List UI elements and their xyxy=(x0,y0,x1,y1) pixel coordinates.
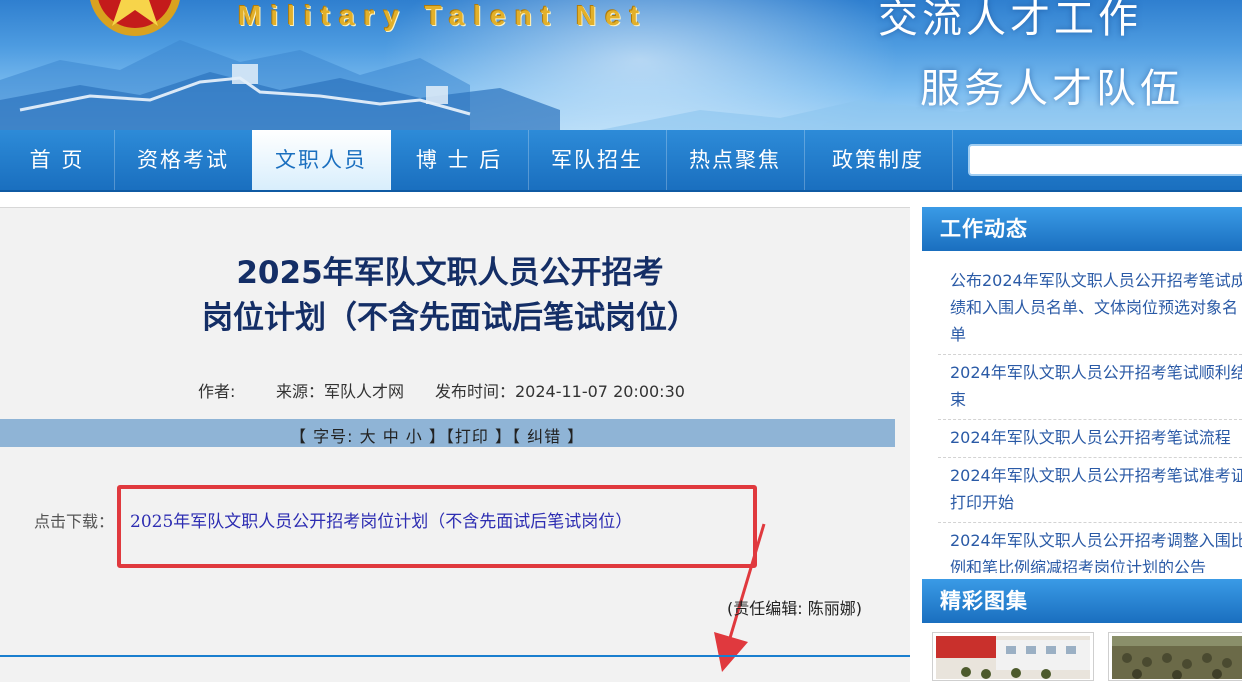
gallery-header: 精彩图集 xyxy=(922,579,1242,623)
news-item-text: 2024年军队文职人员公开招考调整入围比 xyxy=(950,531,1242,550)
news-item-text: 打印开始 xyxy=(950,493,1015,512)
work-news-header: 工作动态 xyxy=(922,207,1242,251)
download-label: 点击下载： xyxy=(34,512,115,531)
article-toolbar: 【 字号: 大 中 小 】【打印 】【 纠错 】 xyxy=(0,419,895,447)
article-title-line-2: 岗位计划（不含先面试后笔试岗位） xyxy=(202,300,698,336)
font-size-medium-button[interactable]: 中 xyxy=(383,427,400,446)
font-size-close: 】 xyxy=(422,427,446,446)
photo-icon xyxy=(1112,636,1242,680)
print-button[interactable]: 【打印 】 xyxy=(446,427,512,446)
news-item-text: 2024年军队文职人员公开招考笔试准考证 xyxy=(950,466,1242,485)
nav-item-policy[interactable]: 政策制度 xyxy=(804,130,953,190)
nav-item-civilian-staff[interactable]: 文职人员 xyxy=(252,130,391,190)
nav-item-home[interactable]: 首 页 xyxy=(0,130,115,190)
nav-item-postdoc[interactable]: 博 士 后 xyxy=(390,130,529,190)
search-input[interactable] xyxy=(968,144,1242,176)
news-item[interactable]: 公布2024年军队文职人员公开招考笔试成 绩和入围人员名单、文体岗位预选对象名 … xyxy=(938,263,1242,355)
highlight-box xyxy=(117,485,757,568)
news-item-text: 单 xyxy=(950,325,967,344)
site-name-english: Military Talent Net xyxy=(238,0,649,31)
main-nav: 首 页 资格考试 文职人员 博 士 后 军队招生 热点聚焦 政策制度 xyxy=(0,130,1242,192)
news-item[interactable]: 2024年军队文职人员公开招考笔试准考证 打印开始 xyxy=(938,458,1242,523)
gallery-thumbnails xyxy=(932,632,1242,681)
nav-item-hot-topics[interactable]: 热点聚焦 xyxy=(666,130,805,190)
sidebar: 工作动态 公布2024年军队文职人员公开招考笔试成 绩和入围人员名单、文体岗位预… xyxy=(922,207,1242,681)
nav-item-military-admission[interactable]: 军队招生 xyxy=(528,130,667,190)
font-size-small-button[interactable]: 小 xyxy=(406,427,423,446)
article-publish-time: 发布时间：2024-11-07 20:00:30 xyxy=(435,382,685,401)
news-item-text: 束 xyxy=(950,390,967,409)
article-title-line-1: 2025年军队文职人员公开招考 xyxy=(236,255,664,291)
font-size-label: 【 字号: xyxy=(290,427,360,446)
gallery-thumbnail-1[interactable] xyxy=(932,632,1094,681)
army-emblem-icon xyxy=(90,0,180,36)
article-panel: 2025年军队文职人员公开招考 岗位计划（不含先面试后笔试岗位） 作者: 来源：… xyxy=(0,207,910,682)
news-item-text: 2024年军队文职人员公开招考笔试顺利结 xyxy=(950,363,1242,382)
article-author: 作者: xyxy=(198,382,236,401)
news-item[interactable]: 2024年军队文职人员公开招考调整入围比 例和笔比例缩减招考岗位计划的公告 xyxy=(938,523,1242,573)
article-divider xyxy=(0,655,910,657)
news-item-text: 2024年军队文职人员公开招考笔试流程 xyxy=(950,428,1231,447)
responsible-editor: (责任编辑: 陈丽娜) xyxy=(727,599,862,618)
toolbar-text: 【 字号: 大 中 小 】【打印 】【 纠错 】 xyxy=(290,423,584,447)
font-size-large-button[interactable]: 大 xyxy=(360,427,377,446)
slogan-line-1: 交流人才工作 xyxy=(878,0,1142,42)
news-item[interactable]: 2024年军队文职人员公开招考笔试流程 xyxy=(938,420,1242,458)
gallery-thumbnail-2[interactable] xyxy=(1108,632,1242,681)
site-banner: Military Talent Net 交流人才工作 服务人才队伍 xyxy=(0,0,1242,130)
nav-item-qualification-exam[interactable]: 资格考试 xyxy=(114,130,253,190)
work-news-list: 公布2024年军队文职人员公开招考笔试成 绩和入围人员名单、文体岗位预选对象名 … xyxy=(938,263,1242,573)
slogan-line-2: 服务人才队伍 xyxy=(920,66,1184,112)
article-source: 来源：军队人才网 xyxy=(276,382,405,401)
news-item-text: 公布2024年军队文职人员公开招考笔试成 xyxy=(950,271,1242,290)
report-error-button[interactable]: 【 纠错 】 xyxy=(512,427,584,446)
news-item[interactable]: 2024年军队文职人员公开招考笔试顺利结 束 xyxy=(938,355,1242,420)
photo-icon xyxy=(936,636,1090,679)
news-item-text: 绩和入围人员名单、文体岗位预选对象名 xyxy=(950,298,1239,317)
news-item-text: 例和笔比例缩减招考岗位计划的公告 xyxy=(950,558,1207,573)
